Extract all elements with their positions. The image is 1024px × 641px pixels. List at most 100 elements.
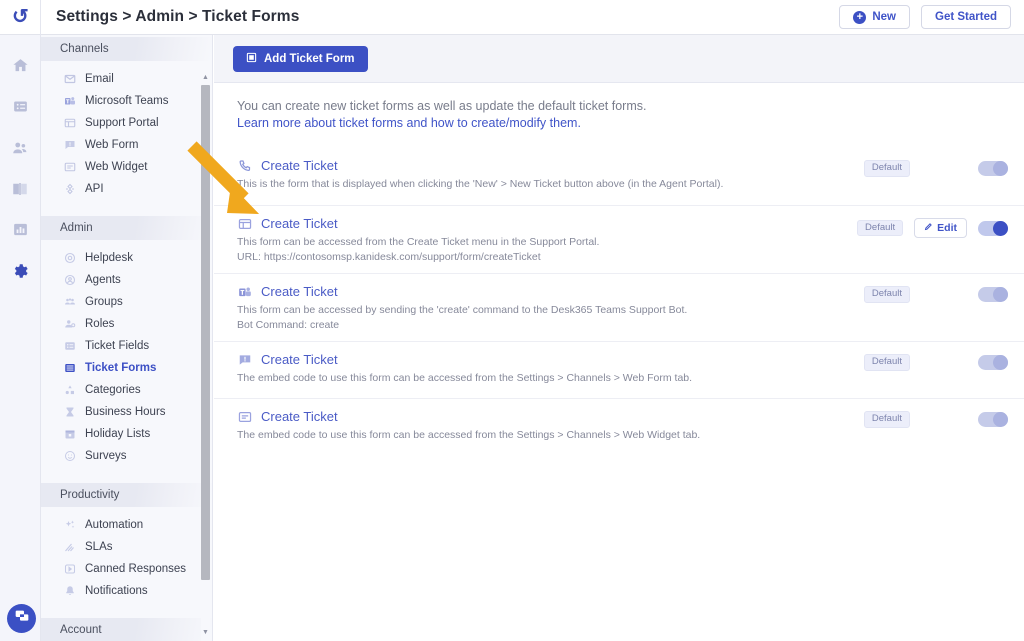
- app-logo[interactable]: ↻: [0, 0, 41, 35]
- status-badge: Default: [863, 286, 910, 303]
- row-toggle[interactable]: [978, 220, 1008, 236]
- sidebar-item-groups[interactable]: Groups: [41, 291, 212, 313]
- web-widget-icon: [63, 161, 76, 174]
- row-title[interactable]: Create Ticket: [261, 216, 338, 231]
- ticket-forms-icon: [63, 362, 76, 375]
- main-content: Add Ticket Form You can create new ticke…: [214, 35, 1024, 641]
- row-toggle[interactable]: [978, 160, 1008, 176]
- row-title[interactable]: Create Ticket: [261, 409, 338, 424]
- sidebar-item-ticket-fields[interactable]: Ticket Fields: [41, 335, 212, 357]
- sidebar-item-canned-responses[interactable]: Canned Responses: [41, 558, 212, 580]
- status-badge: Default: [857, 219, 904, 237]
- app-window: ↻ Settings > Admin > Ticket Forms + New …: [0, 0, 1024, 641]
- canned-response-icon: [63, 563, 76, 576]
- sidebar-item-microsoft-teams[interactable]: Microsoft Teams: [41, 90, 212, 112]
- sidebar-item-label: Roles: [85, 318, 115, 330]
- sidebar-item-api[interactable]: API: [41, 178, 212, 200]
- sidebar-item-label: Business Hours: [85, 406, 166, 418]
- row-controls: Default: [863, 286, 1008, 303]
- sidebar-item-label: Microsoft Teams: [85, 95, 169, 107]
- chat-support-button[interactable]: [7, 604, 36, 633]
- sidebar-item-notifications[interactable]: Notifications: [41, 580, 212, 602]
- book-icon: [11, 180, 29, 198]
- sidebar-item-label: Web Widget: [85, 161, 148, 173]
- get-started-button[interactable]: Get Started: [921, 5, 1011, 29]
- scroll-down-arrow-icon[interactable]: ▼: [201, 628, 210, 637]
- rail-item-home[interactable]: [0, 45, 41, 86]
- edit-label: Edit: [937, 222, 957, 234]
- new-button[interactable]: + New: [839, 5, 910, 29]
- add-ticket-form-label: Add Ticket Form: [264, 52, 355, 65]
- ticket-icon: [12, 98, 29, 115]
- row-controls: Default: [863, 160, 1008, 177]
- phone-icon: [237, 158, 252, 173]
- row-title[interactable]: Create Ticket: [261, 158, 338, 173]
- sidebar-item-helpdesk[interactable]: Helpdesk: [41, 247, 212, 269]
- sidebar-scrollbar-thumb[interactable]: [201, 85, 210, 580]
- row-toggle[interactable]: [978, 354, 1008, 370]
- sidebar-item-support-portal[interactable]: Support Portal: [41, 112, 212, 134]
- table-row: Create Ticket This form can be accessed …: [214, 205, 1024, 273]
- sidebar-item-label: Surveys: [85, 450, 127, 462]
- intro-block: You can create new ticket forms as well …: [214, 83, 1024, 130]
- get-started-label: Get Started: [935, 11, 997, 23]
- portal-icon: [63, 117, 76, 130]
- sidebar-item-label: Helpdesk: [85, 252, 133, 264]
- row-description: This form can be accessed by sending the…: [237, 304, 688, 316]
- sidebar-item-ticket-forms[interactable]: Ticket Forms: [41, 357, 212, 379]
- sidebar-item-label: Holiday Lists: [85, 428, 151, 440]
- row-toggle[interactable]: [978, 411, 1008, 427]
- ticket-fields-icon: [63, 340, 76, 353]
- sidebar-item-email[interactable]: Email: [41, 68, 212, 90]
- table-row: Create Ticket This is the form that is d…: [214, 148, 1024, 205]
- smiley-icon: [63, 450, 76, 463]
- sidebar-item-categories[interactable]: Categories: [41, 379, 212, 401]
- sidebar-scroll-area: Channels Email Microsoft Teams Support P: [41, 35, 212, 641]
- groups-icon: [63, 296, 76, 309]
- toggle-knob: [993, 354, 1008, 370]
- teams-icon: [237, 284, 252, 299]
- bar-chart-icon: [12, 221, 29, 238]
- sidebar-section-title: Account: [60, 624, 102, 636]
- row-url: URL: https://contosomsp.kanidesk.com/sup…: [237, 251, 541, 263]
- row-controls: Default Edit: [857, 218, 1008, 238]
- row-title[interactable]: Create Ticket: [261, 352, 338, 367]
- table-row: Create Ticket The embed code to use this…: [214, 341, 1024, 398]
- rail-item-settings[interactable]: [0, 250, 41, 291]
- rail-item-knowledge-base[interactable]: [0, 168, 41, 209]
- add-ticket-form-button[interactable]: Add Ticket Form: [233, 45, 368, 72]
- row-description: The embed code to use this form can be a…: [237, 372, 693, 384]
- rail-item-reports[interactable]: [0, 209, 41, 250]
- rail-item-contacts[interactable]: [0, 127, 41, 168]
- sidebar-item-label: SLAs: [85, 541, 113, 553]
- toggle-knob: [993, 286, 1008, 302]
- portal-icon: [237, 216, 252, 231]
- learn-more-link[interactable]: Learn more about ticket forms and how to…: [237, 116, 1024, 130]
- categories-icon: [63, 384, 76, 397]
- sidebar-item-holiday-lists[interactable]: Holiday Lists: [41, 423, 212, 445]
- form-icon: [246, 52, 257, 66]
- sidebar-item-web-widget[interactable]: Web Widget: [41, 156, 212, 178]
- gear-icon: [11, 262, 29, 280]
- chat-bubble-icon: [14, 608, 30, 629]
- sidebar-item-automation[interactable]: Automation: [41, 514, 212, 536]
- home-icon: [12, 57, 29, 74]
- envelope-icon: [63, 73, 76, 86]
- sidebar-item-agents[interactable]: Agents: [41, 269, 212, 291]
- agent-icon: [63, 274, 76, 287]
- sidebar-item-roles[interactable]: Roles: [41, 313, 212, 335]
- sidebar-item-business-hours[interactable]: Business Hours: [41, 401, 212, 423]
- sidebar-item-web-form[interactable]: Web Form: [41, 134, 212, 156]
- sidebar-item-surveys[interactable]: Surveys: [41, 445, 212, 467]
- table-row: Create Ticket The embed code to use this…: [214, 398, 1024, 455]
- row-title[interactable]: Create Ticket: [261, 284, 338, 299]
- main-toolbar: Add Ticket Form: [214, 35, 1024, 83]
- edit-button[interactable]: Edit: [914, 218, 967, 238]
- top-bar-actions: + New Get Started: [839, 5, 1024, 29]
- sidebar-item-label: Groups: [85, 296, 123, 308]
- row-toggle[interactable]: [978, 286, 1008, 302]
- pencil-icon: [924, 222, 933, 234]
- rail-item-tickets[interactable]: [0, 86, 41, 127]
- sidebar-item-slas[interactable]: SLAs: [41, 536, 212, 558]
- scroll-up-arrow-icon[interactable]: ▲: [201, 73, 210, 82]
